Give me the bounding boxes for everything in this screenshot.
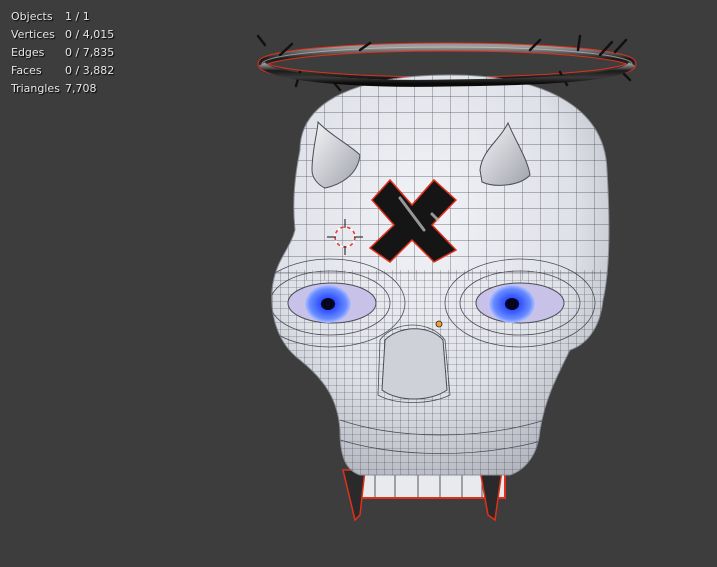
scene-canvas[interactable] [0, 0, 717, 567]
nose [381, 328, 448, 400]
left-eye[interactable] [287, 282, 377, 324]
left-fang[interactable] [342, 469, 366, 522]
right-eye[interactable] [475, 282, 565, 324]
3d-viewport[interactable]: Objects 1 / 1 Vertices 0 / 4,015 Edges 0… [0, 0, 717, 567]
skull-mesh[interactable] [255, 70, 620, 480]
object-origin-icon [435, 320, 443, 328]
teeth[interactable] [342, 467, 506, 522]
